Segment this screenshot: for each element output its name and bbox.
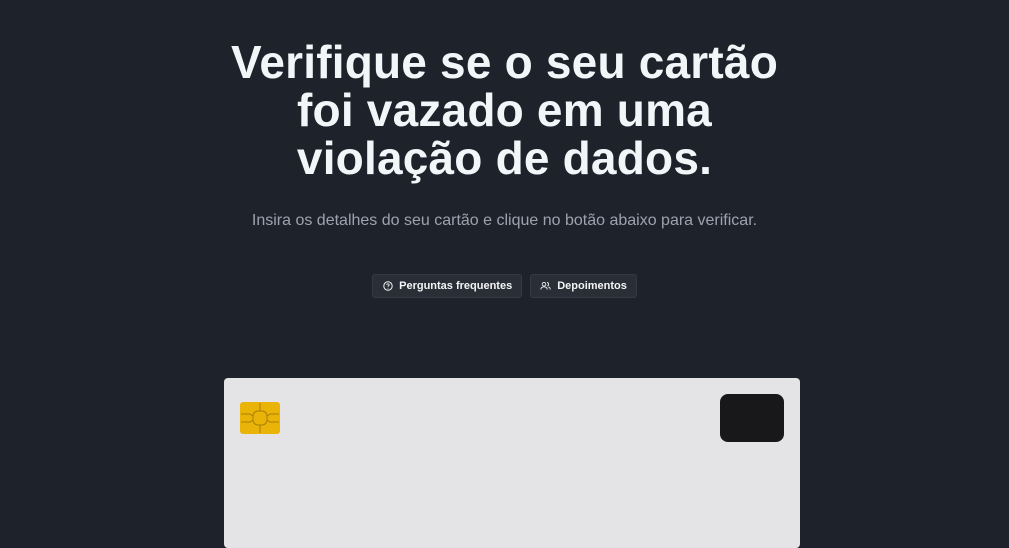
- card-chip-icon: [240, 402, 280, 434]
- question-circle-icon: [382, 281, 393, 292]
- faq-button-label: Perguntas frequentes: [399, 280, 513, 292]
- credit-card-preview: [224, 378, 800, 548]
- users-icon: [540, 281, 551, 292]
- card-brand-logo-placeholder: [720, 394, 784, 442]
- testimonials-button[interactable]: Depoimentos: [530, 274, 637, 298]
- testimonials-button-label: Depoimentos: [557, 280, 627, 292]
- page-title: Verifique se o seu cartão foi vazado em …: [230, 36, 778, 184]
- action-buttons: Perguntas frequentes Depoimentos: [0, 274, 1009, 298]
- page-subtitle: Insira os detalhes do seu cartão e cliqu…: [251, 212, 758, 229]
- faq-button[interactable]: Perguntas frequentes: [372, 274, 523, 298]
